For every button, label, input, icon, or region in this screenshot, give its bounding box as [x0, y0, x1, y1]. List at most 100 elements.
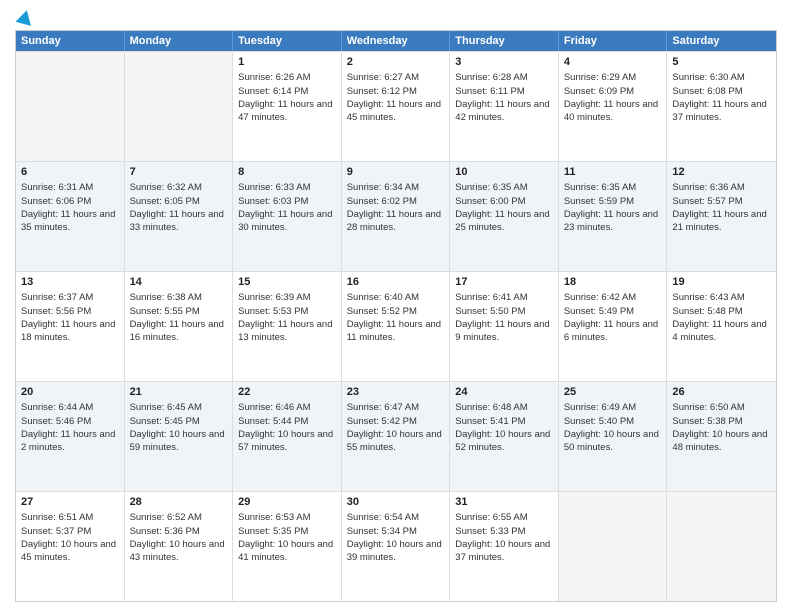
sunrise-text: Sunrise: 6:27 AM — [347, 71, 445, 84]
sunset-text: Sunset: 5:50 PM — [455, 305, 553, 318]
day-number: 11 — [564, 165, 662, 180]
calendar-row: 6Sunrise: 6:31 AMSunset: 6:06 PMDaylight… — [16, 161, 776, 271]
day-number: 27 — [21, 495, 119, 510]
sunrise-text: Sunrise: 6:42 AM — [564, 291, 662, 304]
calendar-cell — [667, 492, 776, 601]
cal-header-day: Sunday — [16, 31, 125, 51]
day-number: 21 — [130, 385, 228, 400]
calendar-cell: 12Sunrise: 6:36 AMSunset: 5:57 PMDayligh… — [667, 162, 776, 271]
day-number: 28 — [130, 495, 228, 510]
daylight-text: Daylight: 11 hours and 40 minutes. — [564, 98, 662, 125]
calendar-cell: 27Sunrise: 6:51 AMSunset: 5:37 PMDayligh… — [16, 492, 125, 601]
daylight-text: Daylight: 10 hours and 52 minutes. — [455, 428, 553, 455]
daylight-text: Daylight: 10 hours and 43 minutes. — [130, 538, 228, 565]
calendar-cell: 3Sunrise: 6:28 AMSunset: 6:11 PMDaylight… — [450, 52, 559, 161]
calendar-cell: 11Sunrise: 6:35 AMSunset: 5:59 PMDayligh… — [559, 162, 668, 271]
daylight-text: Daylight: 10 hours and 50 minutes. — [564, 428, 662, 455]
daylight-text: Daylight: 11 hours and 30 minutes. — [238, 208, 336, 235]
sunrise-text: Sunrise: 6:28 AM — [455, 71, 553, 84]
day-number: 3 — [455, 55, 553, 70]
day-number: 5 — [672, 55, 771, 70]
logo-triangle-icon — [15, 8, 34, 26]
sunrise-text: Sunrise: 6:41 AM — [455, 291, 553, 304]
cal-header-day: Tuesday — [233, 31, 342, 51]
daylight-text: Daylight: 11 hours and 45 minutes. — [347, 98, 445, 125]
calendar-cell: 10Sunrise: 6:35 AMSunset: 6:00 PMDayligh… — [450, 162, 559, 271]
daylight-text: Daylight: 11 hours and 23 minutes. — [564, 208, 662, 235]
calendar-cell — [125, 52, 234, 161]
day-number: 19 — [672, 275, 771, 290]
daylight-text: Daylight: 10 hours and 39 minutes. — [347, 538, 445, 565]
daylight-text: Daylight: 11 hours and 18 minutes. — [21, 318, 119, 345]
daylight-text: Daylight: 10 hours and 55 minutes. — [347, 428, 445, 455]
calendar-row: 27Sunrise: 6:51 AMSunset: 5:37 PMDayligh… — [16, 491, 776, 601]
calendar-cell — [559, 492, 668, 601]
day-number: 1 — [238, 55, 336, 70]
sunrise-text: Sunrise: 6:55 AM — [455, 511, 553, 524]
sunset-text: Sunset: 5:53 PM — [238, 305, 336, 318]
daylight-text: Daylight: 10 hours and 45 minutes. — [21, 538, 119, 565]
sunset-text: Sunset: 5:35 PM — [238, 525, 336, 538]
daylight-text: Daylight: 11 hours and 25 minutes. — [455, 208, 553, 235]
calendar-cell: 30Sunrise: 6:54 AMSunset: 5:34 PMDayligh… — [342, 492, 451, 601]
sunset-text: Sunset: 6:06 PM — [21, 195, 119, 208]
sunrise-text: Sunrise: 6:37 AM — [21, 291, 119, 304]
calendar-row: 20Sunrise: 6:44 AMSunset: 5:46 PMDayligh… — [16, 381, 776, 491]
calendar-header: SundayMondayTuesdayWednesdayThursdayFrid… — [16, 31, 776, 51]
day-number: 9 — [347, 165, 445, 180]
sunrise-text: Sunrise: 6:35 AM — [455, 181, 553, 194]
header — [15, 10, 777, 24]
sunset-text: Sunset: 5:52 PM — [347, 305, 445, 318]
sunrise-text: Sunrise: 6:29 AM — [564, 71, 662, 84]
sunset-text: Sunset: 5:42 PM — [347, 415, 445, 428]
sunset-text: Sunset: 5:44 PM — [238, 415, 336, 428]
day-number: 12 — [672, 165, 771, 180]
daylight-text: Daylight: 11 hours and 4 minutes. — [672, 318, 771, 345]
sunset-text: Sunset: 5:40 PM — [564, 415, 662, 428]
calendar-cell: 6Sunrise: 6:31 AMSunset: 6:06 PMDaylight… — [16, 162, 125, 271]
day-number: 25 — [564, 385, 662, 400]
cal-header-day: Saturday — [667, 31, 776, 51]
sunrise-text: Sunrise: 6:26 AM — [238, 71, 336, 84]
sunrise-text: Sunrise: 6:47 AM — [347, 401, 445, 414]
day-number: 31 — [455, 495, 553, 510]
sunrise-text: Sunrise: 6:30 AM — [672, 71, 771, 84]
daylight-text: Daylight: 10 hours and 37 minutes. — [455, 538, 553, 565]
day-number: 6 — [21, 165, 119, 180]
cal-header-day: Wednesday — [342, 31, 451, 51]
sunrise-text: Sunrise: 6:48 AM — [455, 401, 553, 414]
calendar-cell: 7Sunrise: 6:32 AMSunset: 6:05 PMDaylight… — [125, 162, 234, 271]
daylight-text: Daylight: 11 hours and 13 minutes. — [238, 318, 336, 345]
day-number: 20 — [21, 385, 119, 400]
calendar-cell: 26Sunrise: 6:50 AMSunset: 5:38 PMDayligh… — [667, 382, 776, 491]
sunrise-text: Sunrise: 6:52 AM — [130, 511, 228, 524]
sunset-text: Sunset: 5:33 PM — [455, 525, 553, 538]
calendar-cell: 31Sunrise: 6:55 AMSunset: 5:33 PMDayligh… — [450, 492, 559, 601]
sunrise-text: Sunrise: 6:35 AM — [564, 181, 662, 194]
sunset-text: Sunset: 5:46 PM — [21, 415, 119, 428]
daylight-text: Daylight: 11 hours and 37 minutes. — [672, 98, 771, 125]
sunset-text: Sunset: 5:36 PM — [130, 525, 228, 538]
sunrise-text: Sunrise: 6:43 AM — [672, 291, 771, 304]
day-number: 4 — [564, 55, 662, 70]
sunset-text: Sunset: 6:09 PM — [564, 85, 662, 98]
calendar-cell: 4Sunrise: 6:29 AMSunset: 6:09 PMDaylight… — [559, 52, 668, 161]
sunrise-text: Sunrise: 6:51 AM — [21, 511, 119, 524]
daylight-text: Daylight: 10 hours and 59 minutes. — [130, 428, 228, 455]
sunset-text: Sunset: 6:08 PM — [672, 85, 771, 98]
sunset-text: Sunset: 6:03 PM — [238, 195, 336, 208]
day-number: 22 — [238, 385, 336, 400]
sunset-text: Sunset: 5:48 PM — [672, 305, 771, 318]
sunset-text: Sunset: 6:00 PM — [455, 195, 553, 208]
daylight-text: Daylight: 11 hours and 47 minutes. — [238, 98, 336, 125]
calendar: SundayMondayTuesdayWednesdayThursdayFrid… — [15, 30, 777, 602]
day-number: 24 — [455, 385, 553, 400]
calendar-cell: 9Sunrise: 6:34 AMSunset: 6:02 PMDaylight… — [342, 162, 451, 271]
calendar-cell: 14Sunrise: 6:38 AMSunset: 5:55 PMDayligh… — [125, 272, 234, 381]
daylight-text: Daylight: 11 hours and 28 minutes. — [347, 208, 445, 235]
day-number: 15 — [238, 275, 336, 290]
page: SundayMondayTuesdayWednesdayThursdayFrid… — [0, 0, 792, 612]
sunset-text: Sunset: 5:57 PM — [672, 195, 771, 208]
calendar-cell: 2Sunrise: 6:27 AMSunset: 6:12 PMDaylight… — [342, 52, 451, 161]
daylight-text: Daylight: 11 hours and 11 minutes. — [347, 318, 445, 345]
